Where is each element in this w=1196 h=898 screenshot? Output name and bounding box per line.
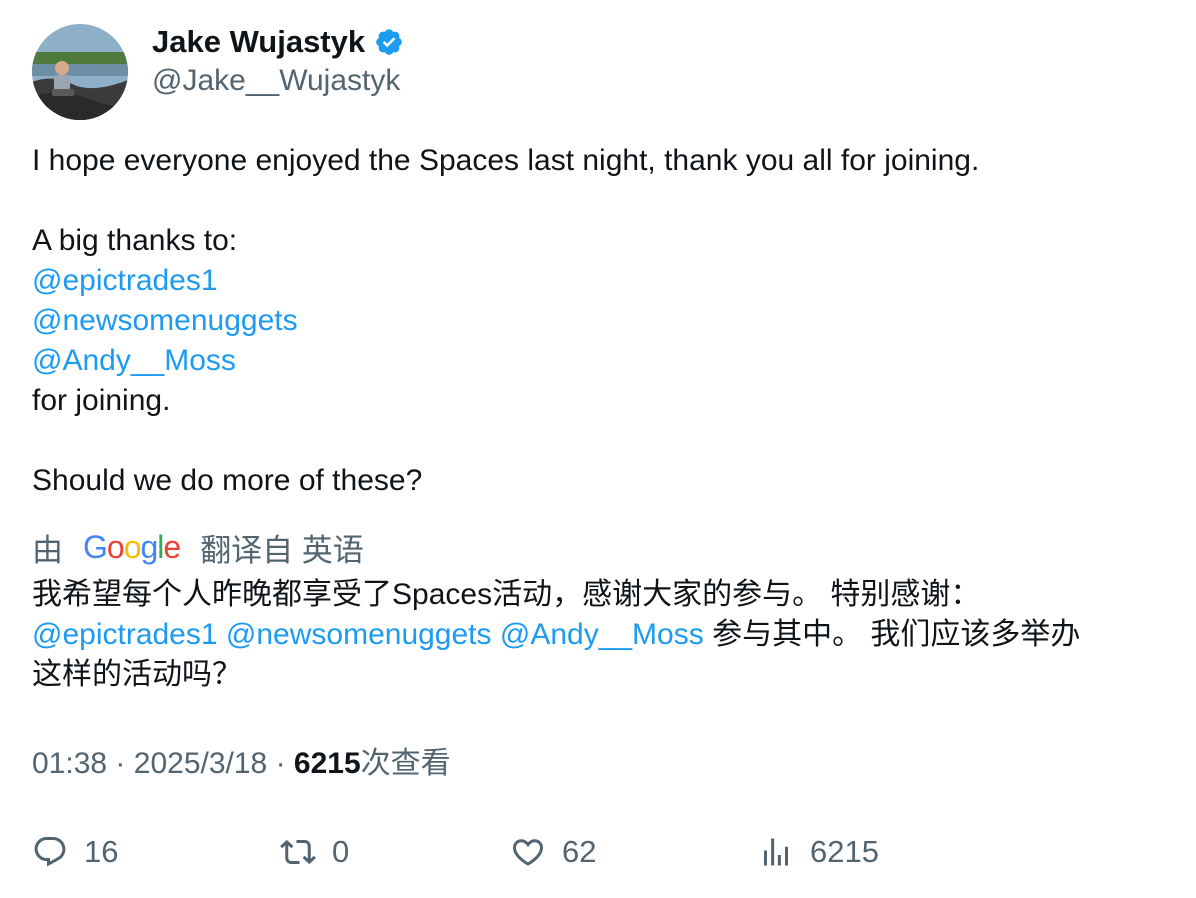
verified-badge-icon[interactable] [374,27,404,57]
translated-text: 我希望每个人昨晚都享受了Spaces活动，感谢大家的参与。 特别感谢： @epi… [32,575,1172,695]
translated-line: 我希望每个人昨晚都享受了Spaces活动，感谢大家的参与。 特别感谢： [32,578,981,611]
translated-line-tail: 参与其中。 我们应该多举办 [712,618,1081,651]
avatar-photo [32,24,128,120]
translation-attribution[interactable]: 由 Google 翻译自 英语 [32,526,364,568]
translation-suffix: 翻译自 英语 [200,532,364,568]
avatar[interactable] [32,24,128,120]
translated-line: 这样的活动吗？ [32,658,242,691]
like-button[interactable]: 62 [510,831,596,873]
mention-link[interactable]: @newsomenuggets [32,304,298,337]
tweet-line: Should we do more of these? [32,464,423,497]
views-icon [758,834,794,870]
separator: · [115,747,126,780]
repost-icon [280,834,316,870]
tweet-date[interactable]: 2025/3/18 [134,747,267,780]
mention-link[interactable]: @epictrades1 [32,264,218,297]
mention-link[interactable]: @epictrades1 [32,618,218,651]
display-name[interactable]: Jake Wujastyk [152,20,365,64]
google-logo: Google [83,528,181,565]
repost-count: 0 [332,834,350,869]
reply-count: 16 [84,834,119,869]
views-label: 次查看 [360,747,451,780]
repost-button[interactable]: 0 [280,831,349,873]
mention-link[interactable]: @Andy__Moss [32,344,236,377]
translation-prefix: 由 [32,532,63,568]
user-handle[interactable]: @Jake__Wujastyk [152,60,400,102]
tweet-text: I hope everyone enjoyed the Spaces last … [32,141,1172,501]
like-count: 62 [562,834,597,869]
tweet-line: for joining. [32,384,171,417]
author-name-row: Jake Wujastyk [152,20,404,64]
tweet-line: A big thanks to: [32,224,238,257]
separator: · [275,747,286,780]
reply-button[interactable]: 16 [32,831,118,873]
like-icon [510,834,546,870]
reply-icon [32,834,68,870]
views-stat: 6215 [810,834,879,869]
views-count: 6215 [293,747,361,780]
mention-link[interactable]: @newsomenuggets [226,618,492,651]
tweet-time[interactable]: 01:38 [32,747,107,780]
mention-link[interactable]: @Andy__Moss [500,618,704,651]
tweet-meta: 01:38 · 2025/3/18 · 6215次查看 [32,744,451,784]
tweet-line: I hope everyone enjoyed the Spaces last … [32,144,980,177]
views-button[interactable]: 6215 [758,831,879,873]
translated-line: @epictrades1 @newsomenuggets @Andy__Moss… [32,615,1172,655]
